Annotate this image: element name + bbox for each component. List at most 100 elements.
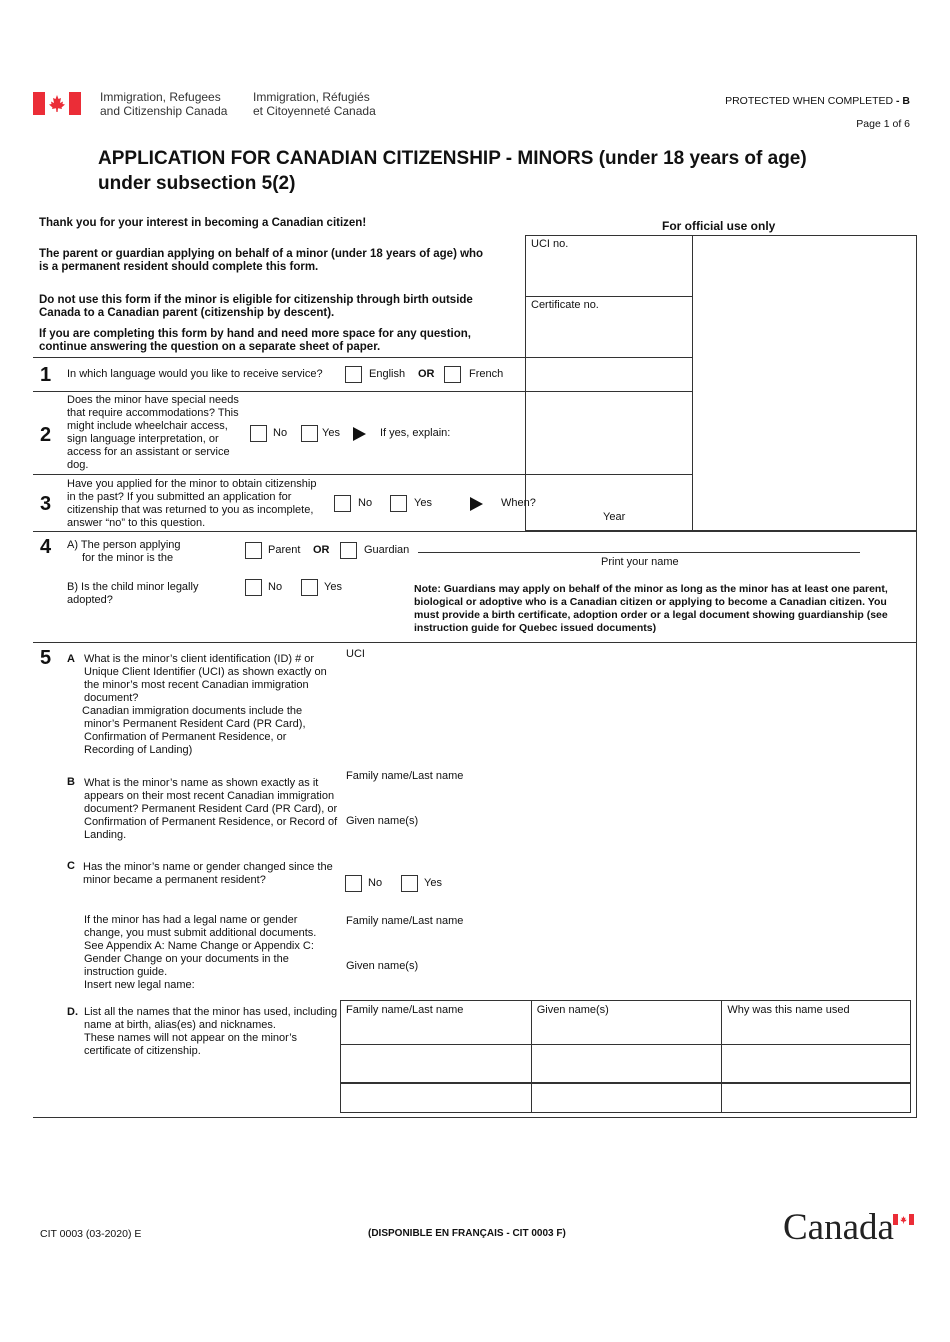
q3-when-label: When?	[501, 497, 536, 509]
question-2-number: 2	[40, 424, 52, 446]
border	[916, 531, 917, 643]
table-cell[interactable]	[530, 1044, 723, 1083]
canada-flag-icon	[33, 92, 81, 115]
intro-dont-use: Do not use this form if the minor is eli…	[39, 294, 473, 320]
official-use-divider	[692, 235, 693, 531]
q5a-line: the minor’s most recent Canadian immigra…	[84, 679, 309, 691]
q5c2-line: instruction guide.	[84, 966, 168, 978]
name-changed-no-label: No	[368, 877, 383, 889]
q3-line: citizenship that was returned to you as …	[67, 504, 314, 516]
q2-line: that require accommodations? This	[67, 407, 239, 419]
q2-no-label: No	[273, 427, 288, 439]
guardian-label: Guardian	[364, 544, 410, 556]
q5c2-line: change, you must submit additional docum…	[84, 927, 317, 939]
form-title-line2: under subsection 5(2)	[98, 173, 296, 194]
official-uci-field[interactable]: UCI no.	[531, 238, 568, 250]
canada-wordmark: Canada	[783, 1208, 918, 1248]
q5a-line: minor’s Permanent Resident Card (PR Card…	[84, 718, 306, 730]
q5b-letter: B	[67, 776, 75, 788]
intro-dont-line1: Do not use this form if the minor is eli…	[39, 294, 473, 306]
intro-who: The parent or guardian applying on behal…	[39, 248, 483, 274]
table-cell[interactable]	[721, 1044, 911, 1083]
parent-checkbox[interactable]	[245, 542, 262, 559]
q3-year-field[interactable]: Year	[603, 511, 625, 523]
q4a-line2: for the minor is the	[82, 552, 174, 564]
adopted-no-checkbox[interactable]	[245, 579, 262, 596]
name-changed-yes-checkbox[interactable]	[401, 875, 418, 892]
note-line: must provide a birth certificate, adopti…	[414, 609, 888, 621]
or-label: OR	[418, 368, 435, 380]
intro-thanks: Thank you for your interest in becoming …	[39, 217, 367, 229]
page-number: Page 1 of 6	[856, 118, 910, 130]
question-2-text: Does the minor have special needs that r…	[67, 394, 239, 472]
intro-more-space: If you are completing this form by hand …	[39, 328, 471, 354]
arrow-right-icon	[470, 497, 483, 511]
q5a-line: Unique Client Identifier (UCI) as shown …	[84, 666, 327, 678]
q5c2-line: Gender Change on your documents in the	[84, 953, 289, 965]
table-cell[interactable]	[721, 1082, 911, 1113]
q2-line: sign language interpretation, or	[67, 433, 219, 445]
department-en-line2: and Citizenship Canada	[100, 104, 228, 118]
table-cell[interactable]	[340, 1044, 532, 1083]
form-code: CIT 0003 (03-2020) E	[40, 1228, 142, 1240]
english-checkbox[interactable]	[345, 366, 362, 383]
q2-yes-label: Yes	[322, 427, 340, 439]
department-en-line1: Immigration, Refugees	[100, 90, 221, 104]
q5c-letter: C	[67, 860, 75, 872]
column-header-given-names[interactable]: Given name(s)	[530, 1000, 723, 1045]
form-title: APPLICATION FOR CANADIAN CITIZENSHIP - M…	[98, 146, 807, 196]
q2-yes-checkbox[interactable]	[301, 425, 318, 442]
minor-family-name-field[interactable]: Family name/Last name	[346, 770, 463, 782]
name-changed-no-checkbox[interactable]	[345, 875, 362, 892]
column-header-family-name[interactable]: Family name/Last name	[340, 1000, 532, 1045]
q2-explain-field[interactable]: If yes, explain:	[380, 427, 450, 439]
divider	[33, 474, 693, 475]
q2-no-checkbox[interactable]	[250, 425, 267, 442]
official-use-title: For official use only	[662, 219, 776, 233]
q2-line: Does the minor have special needs	[67, 394, 239, 406]
q5d-line: name at birth, alias(es) and nicknames.	[84, 1019, 276, 1031]
canada-wordmark-text: Canada	[783, 1207, 894, 1248]
protected-text: PROTECTED WHEN COMPLETED	[725, 95, 894, 107]
q5b-line: Confirmation of Permanent Residence, or …	[84, 816, 338, 828]
question-5d-text: List all the names that the minor has us…	[84, 1006, 337, 1058]
new-given-name-field[interactable]: Given name(s)	[346, 960, 418, 972]
q3-no-checkbox[interactable]	[334, 495, 351, 512]
q5b-line: What is the minor’s name as shown exactl…	[84, 777, 319, 789]
adopted-no-label: No	[268, 581, 283, 593]
q3-line: in the past? If you submitted an applica…	[67, 491, 292, 503]
english-label: English	[369, 368, 406, 380]
arrow-right-icon	[353, 427, 366, 441]
guardian-checkbox[interactable]	[340, 542, 357, 559]
column-header-reason[interactable]: Why was this name used	[721, 1000, 911, 1045]
table-cell[interactable]	[530, 1082, 723, 1113]
q5a-line: Canadian immigration documents include t…	[82, 705, 303, 717]
q2-line: access for an assistant or service	[67, 446, 230, 458]
q5a-line: Confirmation of Permanent Residence, or	[84, 731, 287, 743]
form-title-line1: APPLICATION FOR CANADIAN CITIZENSHIP - M…	[98, 148, 807, 169]
q5b-line: document? Permanent Resident Card (PR Ca…	[84, 803, 338, 815]
q3-yes-checkbox[interactable]	[390, 495, 407, 512]
question-4a-text: A) The person applying for the minor is …	[67, 539, 181, 565]
q3-line: answer “no” to this question.	[67, 517, 206, 529]
q2-line: dog.	[67, 459, 89, 471]
question-4-number: 4	[40, 536, 52, 558]
intro-space-line1: If you are completing this form by hand …	[39, 328, 471, 340]
question-5a-text: What is the minor’s client identificatio…	[82, 653, 327, 757]
official-certificate-field[interactable]: Certificate no.	[531, 299, 599, 311]
table-cell[interactable]	[340, 1082, 532, 1113]
q5d-line: certificate of citizenship.	[84, 1045, 201, 1057]
uci-field[interactable]: UCI	[346, 648, 365, 660]
minor-given-name-field[interactable]: Given name(s)	[346, 815, 418, 827]
q5d-line: List all the names that the minor has us…	[84, 1006, 338, 1018]
q3-no-label: No	[358, 497, 373, 509]
adopted-yes-checkbox[interactable]	[301, 579, 318, 596]
new-family-name-field[interactable]: Family name/Last name	[346, 915, 463, 927]
protected-level: - B	[896, 95, 910, 107]
print-name-field[interactable]	[418, 552, 860, 553]
french-checkbox[interactable]	[444, 366, 461, 383]
q5a-line: What is the minor’s client identificatio…	[84, 653, 315, 665]
q5b-line: appears on their most recent Canadian im…	[84, 790, 335, 802]
guardian-note: Note: Guardians may apply on behalf of t…	[414, 583, 888, 635]
table-row	[340, 1082, 911, 1113]
